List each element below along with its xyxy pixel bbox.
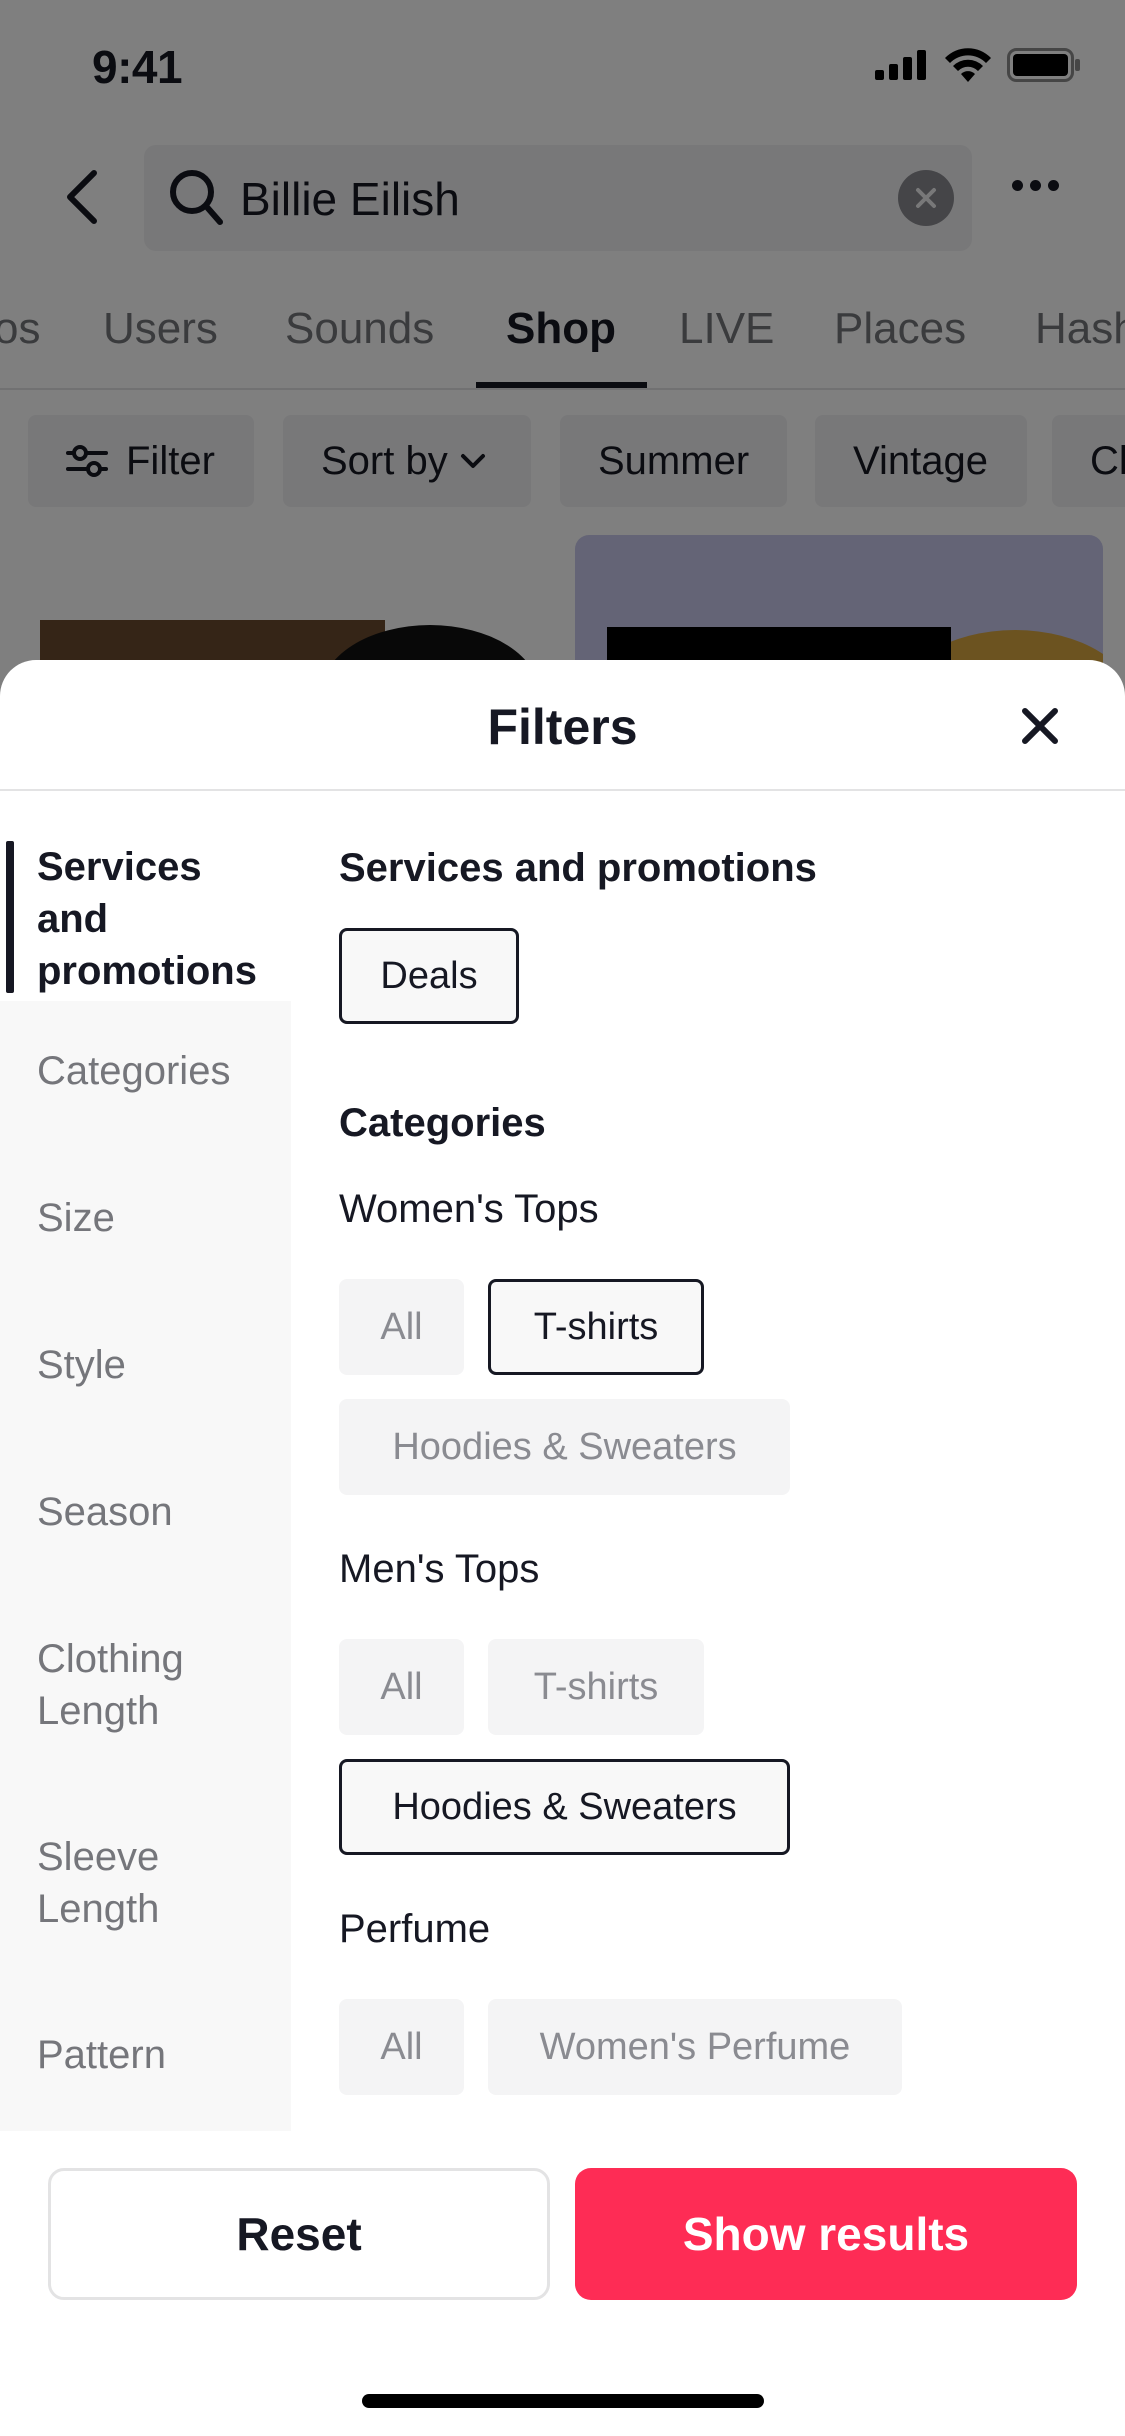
mens-tops-tshirts-option[interactable]: T-shirts bbox=[488, 1639, 704, 1735]
group-title-perfume: Perfume bbox=[339, 1907, 491, 1951]
home-indicator[interactable] bbox=[362, 2394, 764, 2408]
womens-tops-all-option[interactable]: All bbox=[339, 1279, 464, 1375]
section-title-categories: Categories bbox=[339, 1101, 546, 1145]
reset-button[interactable]: Reset bbox=[48, 2168, 550, 2300]
sheet-header: Filters bbox=[0, 660, 1125, 791]
nav-item-clothing-length[interactable]: Clothing Length bbox=[0, 1633, 257, 1737]
deals-option[interactable]: Deals bbox=[339, 928, 519, 1024]
nav-item-services-and-promotions[interactable]: Services and promotions bbox=[0, 791, 291, 1001]
close-button[interactable] bbox=[1018, 704, 1062, 748]
group-title-mens-tops: Men's Tops bbox=[339, 1547, 540, 1591]
group-title-womens-tops: Women's Tops bbox=[339, 1187, 599, 1231]
filter-options-panel: Services and promotions Deals Categories… bbox=[291, 791, 1125, 2131]
nav-item-sleeve-length[interactable]: Sleeve Length bbox=[0, 1831, 257, 1935]
filters-sheet: Filters Services and promotions Categori… bbox=[0, 660, 1125, 2436]
mens-tops-hoodies-option[interactable]: Hoodies & Sweaters bbox=[339, 1759, 790, 1855]
nav-item-style[interactable]: Style bbox=[0, 1339, 291, 1391]
show-results-button[interactable]: Show results bbox=[575, 2168, 1077, 2300]
active-nav-indicator bbox=[6, 841, 14, 993]
section-title-services: Services and promotions bbox=[339, 846, 817, 890]
nav-item-season[interactable]: Season bbox=[0, 1486, 291, 1538]
nav-item-size[interactable]: Size bbox=[0, 1192, 291, 1244]
womens-tops-hoodies-option[interactable]: Hoodies & Sweaters bbox=[339, 1399, 790, 1495]
nav-item-pattern[interactable]: Pattern bbox=[0, 2029, 291, 2081]
nav-item-categories[interactable]: Categories bbox=[0, 1045, 291, 1097]
perfume-all-option[interactable]: All bbox=[339, 1999, 464, 2095]
close-icon bbox=[1022, 708, 1058, 744]
womens-perfume-option[interactable]: Women's Perfume bbox=[488, 1999, 902, 2095]
sheet-title: Filters bbox=[487, 699, 638, 755]
sheet-footer: Reset Show results bbox=[0, 2131, 1125, 2436]
nav-item-label: Services and promotions bbox=[37, 845, 257, 993]
filter-category-nav: Services and promotions Categories Size … bbox=[0, 791, 291, 2131]
mens-tops-all-option[interactable]: All bbox=[339, 1639, 464, 1735]
womens-tops-tshirts-option[interactable]: T-shirts bbox=[488, 1279, 704, 1375]
